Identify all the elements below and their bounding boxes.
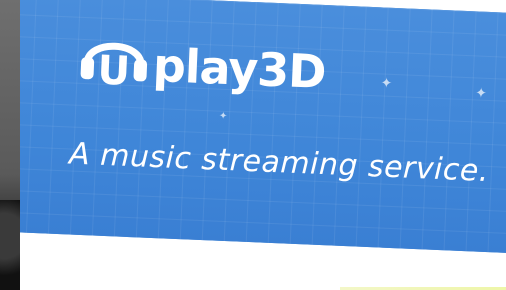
sparkle-icon: ✦ [474,85,488,102]
brand-name: play3D [151,37,327,100]
headphones-icon: U [78,25,151,90]
sparkle-icon: ✦ [218,110,228,123]
left-edge-shadow [0,0,20,290]
tagline: A music streaming service. [68,136,490,190]
hero-banner: U play3D ✦ ✦ ✦ A music streaming service… [3,0,506,254]
brand-logo[interactable]: U play3D [78,25,327,100]
brand-letter: U [97,48,131,90]
sparkle-icon: ✦ [380,75,393,92]
